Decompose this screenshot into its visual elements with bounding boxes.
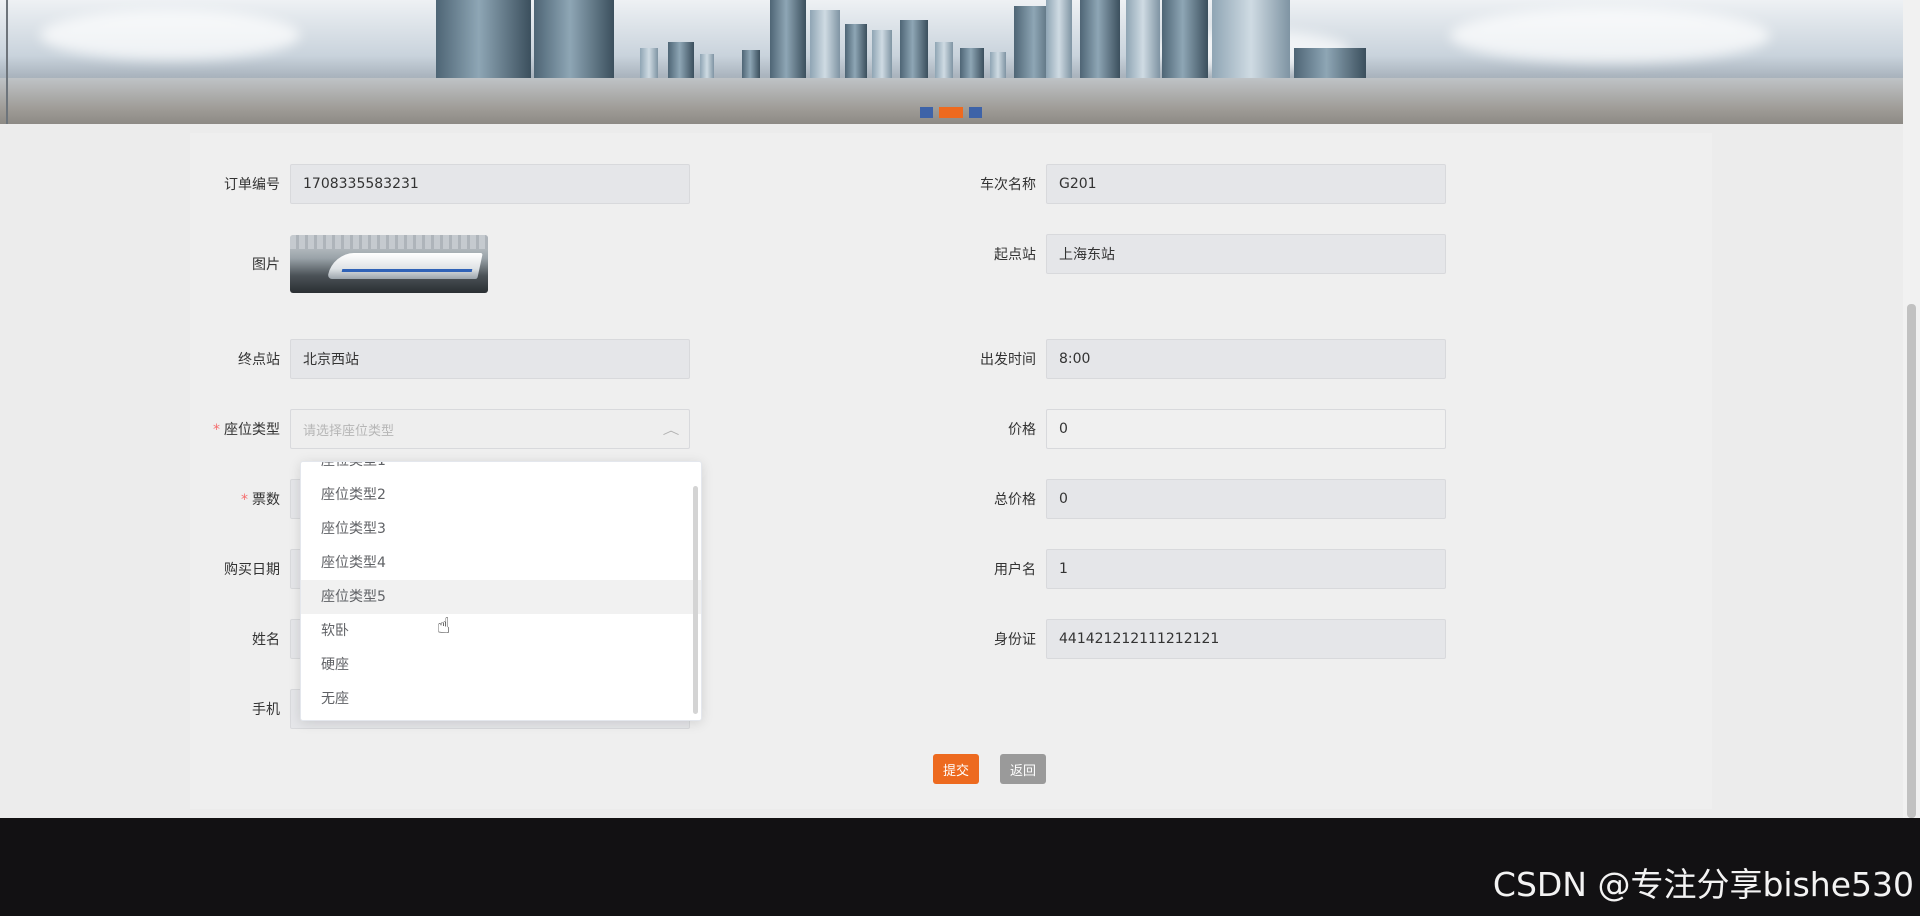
seat-type-dropdown[interactable]: 座位类型1 座位类型2 座位类型3 座位类型4 座位类型5 软卧 硬座 无座 [300, 461, 702, 721]
page-footer: CSDN @专注分享bishe530 [0, 818, 1920, 916]
order-no-input[interactable]: 1708335583231 [290, 164, 690, 204]
phone-label: 手机 [252, 702, 280, 718]
username-field: 用户名 1 [946, 549, 1446, 589]
dropdown-option[interactable]: 座位类型2 [301, 478, 701, 512]
dropdown-option[interactable]: 座位类型3 [301, 512, 701, 546]
to-station-label: 终点站 [238, 352, 280, 368]
from-station-input[interactable]: 上海东站 [1046, 234, 1446, 274]
dropdown-option[interactable]: 软卧 [301, 614, 701, 648]
ticket-count-label: * 票数 [241, 492, 280, 508]
depart-time-label: 出发时间 [980, 352, 1036, 368]
dropdown-option[interactable]: 座位类型1 [301, 462, 701, 478]
seat-type-label: * 座位类型 [213, 422, 280, 438]
price-field: 价格 0 [946, 409, 1446, 449]
required-mark: * [241, 492, 248, 508]
submit-button[interactable]: 提交 [933, 754, 980, 784]
train-name-input[interactable]: G201 [1046, 164, 1446, 204]
dropdown-scrollbar[interactable] [693, 486, 698, 714]
price-label: 价格 [1008, 422, 1036, 438]
name-label: 姓名 [252, 632, 280, 648]
purchase-date-label: 购买日期 [224, 562, 280, 578]
seat-type-placeholder: 请选择座位类型 [303, 423, 395, 439]
watermark-text: CSDN @专注分享bishe530 [1492, 865, 1914, 904]
train-image[interactable] [290, 235, 488, 293]
order-no-field: 订单编号 1708335583231 [190, 164, 690, 204]
price-input[interactable]: 0 [1046, 409, 1446, 449]
username-label: 用户名 [994, 562, 1036, 578]
total-price-label: 总价格 [994, 492, 1036, 508]
id-card-input[interactable]: 441421212111212121 [1046, 619, 1446, 659]
hand-pointer-icon: ☝ [437, 614, 451, 639]
required-mark: * [213, 422, 220, 438]
from-station-label: 起点站 [994, 247, 1036, 263]
depart-time-input[interactable]: 8:00 [1046, 339, 1446, 379]
dropdown-option[interactable]: 无座 [301, 682, 701, 716]
depart-time-field: 出发时间 8:00 [946, 339, 1446, 379]
chevron-up-icon: ︿ [662, 422, 680, 437]
seat-type-select[interactable]: 请选择座位类型 ︿ [290, 409, 690, 449]
image-label: 图片 [252, 257, 280, 273]
slider-dot-2[interactable] [939, 107, 963, 118]
slider-dot-3[interactable] [969, 107, 982, 118]
train-name-field: 车次名称 G201 [946, 164, 1446, 204]
slider-dot-1[interactable] [920, 107, 933, 118]
banner-slider-dots[interactable] [920, 107, 982, 118]
city-banner [0, 0, 1920, 124]
train-name-label: 车次名称 [980, 177, 1036, 193]
image-field: 图片 [190, 235, 488, 293]
dropdown-option[interactable]: 座位类型4 [301, 546, 701, 580]
to-station-field: 终点站 北京西站 [190, 339, 690, 379]
page-scrollbar[interactable] [1903, 0, 1920, 818]
seat-type-field: * 座位类型 请选择座位类型 ︿ [190, 409, 690, 449]
id-card-field: 身份证 441421212111212121 [946, 619, 1446, 659]
dropdown-option-hovered[interactable]: 座位类型5 [301, 580, 701, 614]
page-scrollbar-thumb[interactable] [1907, 304, 1916, 818]
order-no-label: 订单编号 [224, 177, 280, 193]
back-button[interactable]: 返回 [1000, 754, 1047, 784]
total-price-field: 总价格 0 [946, 479, 1446, 519]
to-station-input[interactable]: 北京西站 [290, 339, 690, 379]
id-card-label: 身份证 [994, 632, 1036, 648]
total-price-input[interactable]: 0 [1046, 479, 1446, 519]
username-input[interactable]: 1 [1046, 549, 1446, 589]
from-station-field: 起点站 上海东站 [946, 234, 1446, 274]
dropdown-option[interactable]: 硬座 [301, 648, 701, 682]
